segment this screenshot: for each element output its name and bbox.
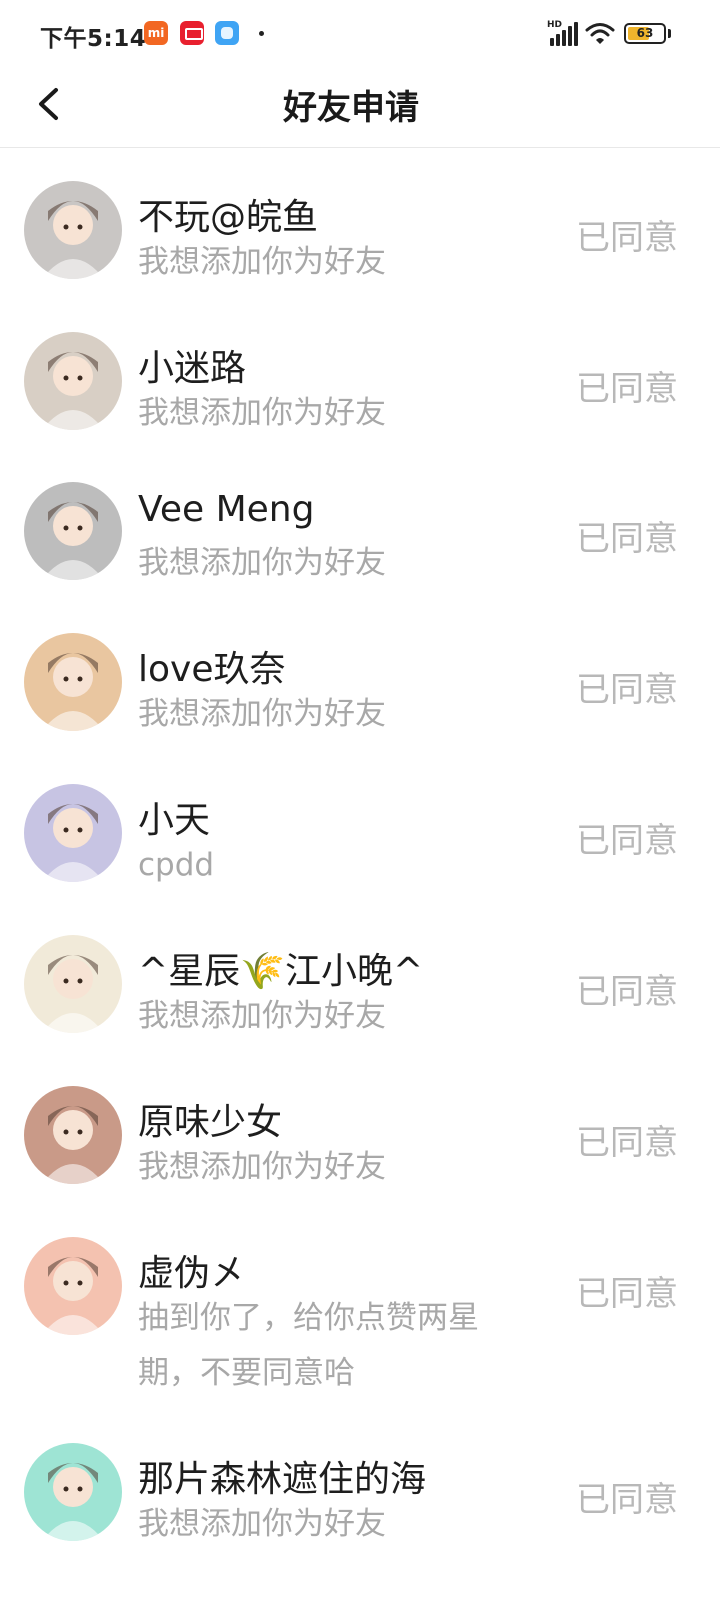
battery-tip xyxy=(668,29,671,38)
request-name: 那片森林遮住的海 xyxy=(138,1459,427,1500)
request-name: 不玩@皖鱼 xyxy=(138,197,319,238)
request-message: 我想添加你为好友 xyxy=(138,244,386,280)
avatar[interactable] xyxy=(24,784,122,882)
request-message: cpdd xyxy=(138,847,215,883)
status-label-accepted: 已同意 xyxy=(576,1480,678,1520)
avatar[interactable] xyxy=(24,332,122,430)
request-message: 我想添加你为好友 xyxy=(138,1149,386,1185)
avatar[interactable] xyxy=(24,633,122,731)
request-message: 我想添加你为好友 xyxy=(138,395,386,431)
avatar[interactable] xyxy=(24,1086,122,1184)
avatar[interactable] xyxy=(24,935,122,1033)
status-label-accepted: 已同意 xyxy=(576,1123,678,1163)
status-label-accepted: 已同意 xyxy=(576,821,678,861)
battery-icon: 63 xyxy=(624,23,666,44)
avatar[interactable] xyxy=(24,482,122,580)
shop-icon xyxy=(180,21,204,45)
status-bar: 下午5:14 mi HD 63 xyxy=(0,0,720,64)
page-title: 好友申请 xyxy=(283,88,419,128)
request-message: 我想添加你为好友 xyxy=(138,1506,386,1542)
status-label-accepted: 已同意 xyxy=(576,1274,678,1314)
request-message: 我想添加你为好友 xyxy=(138,545,386,581)
status-label-accepted: 已同意 xyxy=(576,972,678,1012)
avatar[interactable] xyxy=(24,1443,122,1541)
request-message: 我想添加你为好友 xyxy=(138,696,386,732)
status-label-accepted: 已同意 xyxy=(576,369,678,409)
wifi-icon xyxy=(585,23,615,44)
request-name: 小天 xyxy=(138,800,211,841)
request-message: 我想添加你为好友 xyxy=(138,998,386,1034)
request-name: 虚伪㐅 xyxy=(138,1253,247,1294)
dot-icon xyxy=(259,31,264,36)
header: 好友申请 xyxy=(0,64,720,148)
battery-percent: 63 xyxy=(636,26,654,40)
request-name: Vee Meng xyxy=(138,489,315,530)
status-label-accepted: 已同意 xyxy=(576,670,678,710)
request-message: 抽到你了，给你点赞两星期，不要同意哈 xyxy=(138,1300,479,1391)
mi-icon: mi xyxy=(144,21,168,45)
blue-app-icon xyxy=(215,21,239,45)
request-name: ^星辰🌾江小晚^ xyxy=(138,951,424,992)
status-time: 下午5:14 xyxy=(40,26,147,52)
signal-icon xyxy=(546,20,578,46)
avatar[interactable] xyxy=(24,181,122,279)
avatar[interactable] xyxy=(24,1237,122,1335)
status-label-accepted: 已同意 xyxy=(576,519,678,559)
request-name: love玖奈 xyxy=(138,649,286,690)
request-name: 小迷路 xyxy=(138,348,247,389)
status-label-accepted: 已同意 xyxy=(576,218,678,258)
request-name: 原味少女 xyxy=(138,1102,283,1143)
